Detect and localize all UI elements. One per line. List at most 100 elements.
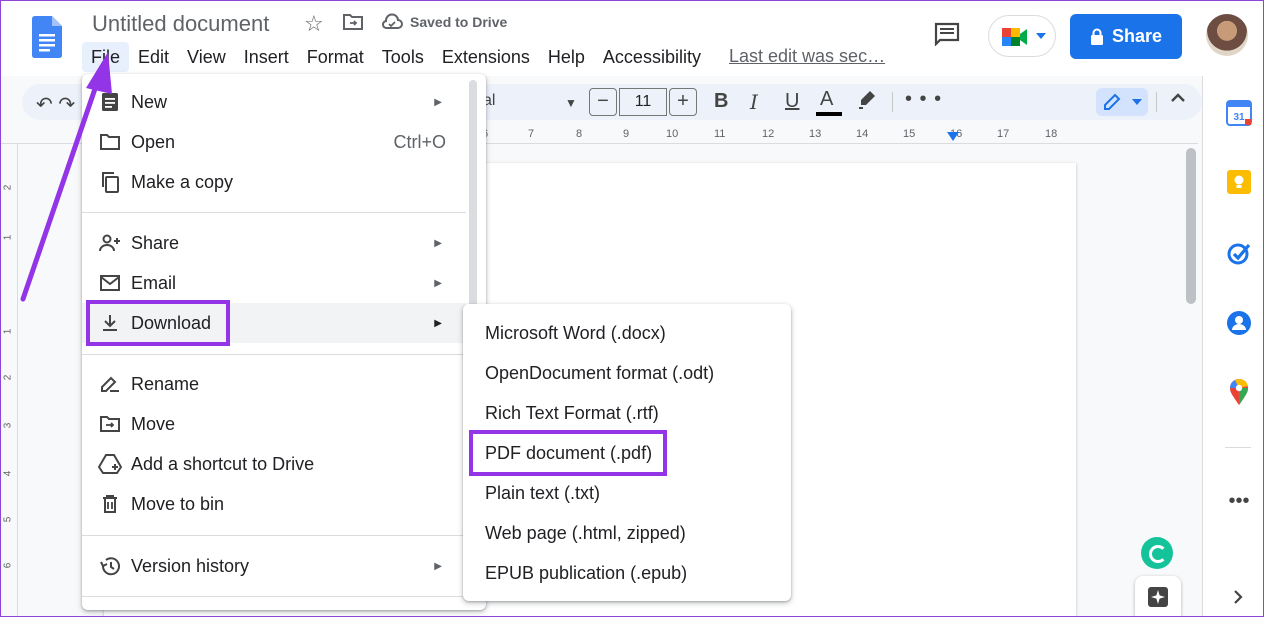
star-icon[interactable]: ☆ [304, 11, 324, 37]
collapse-toolbar-icon[interactable] [1168, 88, 1188, 108]
menu-separator [82, 354, 466, 355]
font-size-input[interactable]: 11 [619, 88, 667, 116]
bold-button[interactable]: B [714, 90, 728, 113]
grammarly-icon[interactable] [1141, 537, 1173, 569]
ruler-tick: 15 [903, 128, 916, 140]
lock-icon [1090, 28, 1103, 45]
toolbar-divider [1156, 92, 1157, 112]
file-menu-share[interactable]: Share ▶ [82, 223, 466, 263]
docs-logo-icon[interactable] [32, 16, 62, 58]
expand-icon[interactable] [1231, 588, 1245, 606]
download-pdf-label: PDF document (.pdf) [485, 442, 653, 463]
download-pdf[interactable]: PDF document (.pdf) [463, 433, 791, 473]
file-menu-share-label: Share [131, 232, 180, 253]
download-rtf[interactable]: Rich Text Format (.rtf) [463, 393, 791, 433]
maps-icon[interactable] [1226, 378, 1252, 405]
ruler-tick: 17 [997, 128, 1010, 140]
menu-separator [82, 596, 466, 597]
underline-button[interactable]: U [785, 90, 799, 113]
drive-shortcut-icon [98, 452, 122, 476]
highlight-icon[interactable] [857, 89, 877, 111]
download-epub-label: EPUB publication (.epub) [485, 562, 688, 583]
ruler-tick: 11 [714, 128, 726, 140]
menu-insert[interactable]: Insert [235, 42, 298, 72]
undo-icon[interactable]: ↶ ↷ [36, 92, 75, 117]
history-icon [98, 554, 122, 578]
file-menu-move[interactable]: Move [82, 404, 466, 444]
ruler-tick: 3 [2, 422, 14, 429]
file-menu-rename[interactable]: Rename [82, 364, 466, 404]
download-docx[interactable]: Microsoft Word (.docx) [463, 313, 791, 353]
move-folder-icon[interactable] [342, 12, 364, 32]
italic-button[interactable]: I [750, 90, 758, 114]
menu-extensions[interactable]: Extensions [433, 42, 539, 72]
text-color-button[interactable]: A [820, 88, 833, 111]
file-menu-add-shortcut[interactable]: Add a shortcut to Drive [82, 444, 466, 484]
menu-accessibility[interactable]: Accessibility [594, 42, 710, 72]
toolbar-divider [892, 92, 893, 112]
menu-tools[interactable]: Tools [373, 42, 433, 72]
sparkle-icon [1148, 587, 1168, 607]
submenu-arrow-icon: ▶ [434, 317, 442, 329]
ruler-tick: 2 [2, 374, 14, 381]
last-edit-link[interactable]: Last edit was sec… [729, 46, 885, 67]
mail-icon [98, 271, 122, 295]
meet-button[interactable] [988, 15, 1056, 57]
share-button[interactable]: Share [1070, 14, 1182, 59]
file-menu-make-copy[interactable]: Make a copy [82, 162, 466, 202]
ruler-tick: 18 [1045, 128, 1058, 140]
contacts-icon[interactable] [1226, 310, 1252, 336]
cloud-saved-icon[interactable] [381, 13, 403, 31]
menu-view[interactable]: View [178, 42, 235, 72]
copy-icon [98, 170, 122, 194]
document-scrollbar[interactable] [1186, 148, 1196, 304]
more-options-icon[interactable]: • • • [905, 88, 942, 111]
explore-button[interactable] [1135, 576, 1181, 617]
file-menu-version-history[interactable]: Version history ▶ [82, 546, 466, 586]
ruler-tick: 6 [2, 562, 14, 569]
ruler-tick: 2 [2, 184, 14, 191]
file-menu-email[interactable]: Email ▶ [82, 263, 466, 303]
file-menu-open[interactable]: Open Ctrl+O [82, 122, 466, 162]
ruler-tick: 12 [762, 128, 775, 140]
download-odt-label: OpenDocument format (.odt) [485, 362, 715, 383]
more-horiz-icon[interactable]: ••• [1226, 490, 1252, 516]
right-indent-marker[interactable] [947, 132, 959, 141]
tasks-icon[interactable] [1226, 240, 1252, 266]
download-odt[interactable]: OpenDocument format (.odt) [463, 353, 791, 393]
ruler-tick: 1 [2, 234, 14, 241]
new-doc-icon [98, 90, 122, 114]
rename-icon [98, 372, 122, 396]
document-title[interactable]: Untitled document [92, 11, 269, 37]
font-caret-icon[interactable]: ▼ [565, 96, 577, 110]
pencil-icon [1104, 93, 1121, 110]
ruler-tick: 10 [666, 128, 679, 140]
file-menu-new[interactable]: New ▶ [82, 82, 466, 122]
font-size-decrease[interactable]: − [589, 88, 617, 116]
trash-icon [98, 492, 122, 516]
comment-history-icon[interactable] [934, 22, 960, 46]
share-label: Share [1111, 26, 1163, 46]
download-epub[interactable]: EPUB publication (.epub) [463, 553, 791, 593]
download-txt[interactable]: Plain text (.txt) [463, 473, 791, 513]
shortcut-label: Ctrl+O [393, 131, 446, 152]
file-menu-move-to-bin[interactable]: Move to bin [82, 484, 466, 524]
menu-help[interactable]: Help [539, 42, 594, 72]
file-menu-scrollbar[interactable] [469, 80, 477, 320]
ruler-tick: 1 [2, 328, 14, 335]
ruler-tick: 9 [623, 128, 630, 140]
avatar[interactable] [1206, 14, 1248, 56]
menu-format[interactable]: Format [298, 42, 373, 72]
file-menu-new-label: New [131, 91, 168, 112]
text-color-swatch [816, 112, 842, 116]
editing-mode-button[interactable] [1096, 88, 1148, 116]
keep-icon[interactable] [1226, 169, 1252, 195]
calendar-icon[interactable]: 31 [1226, 100, 1252, 126]
font-size-increase[interactable]: + [669, 88, 697, 116]
download-html[interactable]: Web page (.html, zipped) [463, 513, 791, 553]
menu-separator [82, 535, 466, 536]
menu-edit[interactable]: Edit [129, 42, 178, 72]
file-menu-download[interactable]: Download ▶ [82, 303, 466, 343]
menu-file[interactable]: File [82, 42, 130, 72]
folder-icon [98, 130, 122, 154]
